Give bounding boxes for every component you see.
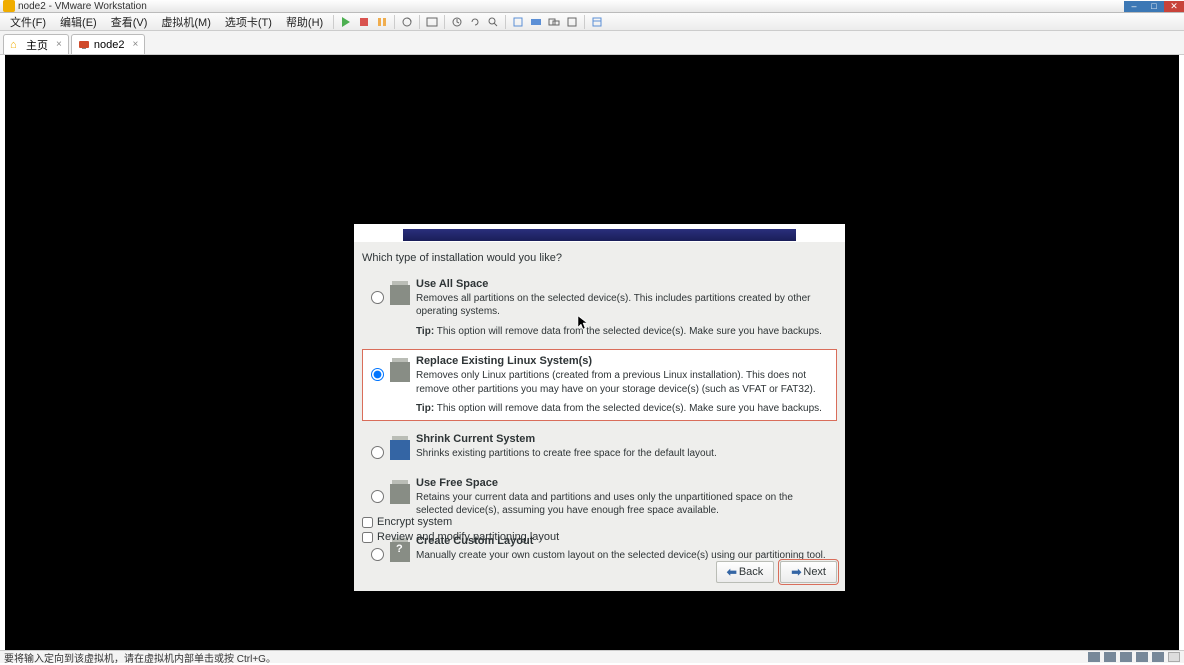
tab-node2[interactable]: node2 ×: [71, 34, 145, 54]
next-button[interactable]: ➡ Next: [780, 561, 837, 583]
mouse-cursor: [578, 316, 588, 330]
separator: [584, 15, 585, 29]
option-tip: Tip: This option will remove data from t…: [416, 325, 832, 339]
option-desc: Removes all partitions on the selected d…: [416, 292, 832, 319]
back-button[interactable]: ⬅ Back: [716, 561, 775, 583]
option-title: Shrink Current System: [416, 432, 832, 447]
checkbox-review-label: Review and modify partitioning layout: [377, 531, 559, 543]
tray-sound-icon[interactable]: [1152, 652, 1164, 662]
arrow-right-icon: ➡: [791, 565, 801, 579]
tab-home-label: 主页: [26, 37, 48, 53]
radio-free-space[interactable]: [371, 490, 384, 503]
menu-tabs[interactable]: 选项卡(T): [219, 13, 278, 31]
close-tab-icon[interactable]: ×: [56, 39, 62, 50]
menu-view[interactable]: 查看(V): [105, 13, 154, 31]
toolbar-icon-2[interactable]: [564, 14, 580, 30]
separator: [444, 15, 445, 29]
option-text: Replace Existing Linux System(s) Removes…: [416, 354, 832, 415]
system-tray: [1088, 652, 1180, 662]
library-icon[interactable]: [589, 14, 605, 30]
tab-home[interactable]: ⌂ 主页 ×: [3, 34, 69, 54]
play-icon[interactable]: [338, 14, 354, 30]
radio-shrink[interactable]: [371, 446, 384, 459]
tray-cd-icon[interactable]: [1104, 652, 1116, 662]
disk-all-icon: [390, 285, 410, 305]
tray-usb-icon[interactable]: [1136, 652, 1148, 662]
refresh-icon[interactable]: [467, 14, 483, 30]
menu-file[interactable]: 文件(F): [4, 13, 52, 31]
option-use-all-space[interactable]: Use All Space Removes all partitions on …: [362, 272, 837, 343]
console-icon[interactable]: [546, 14, 562, 30]
window-title: node2 - VMware Workstation: [18, 1, 147, 12]
radio-custom[interactable]: [371, 548, 384, 561]
back-label: Back: [739, 566, 763, 578]
option-text: Shrink Current System Shrinks existing p…: [416, 432, 832, 460]
checkbox-encrypt-input[interactable]: [362, 517, 373, 528]
tray-message-icon[interactable]: [1168, 652, 1180, 662]
window-controls: – □ ✕: [1124, 1, 1184, 12]
maximize-button[interactable]: □: [1144, 1, 1164, 12]
app-icon: [3, 0, 15, 12]
checkbox-area: Encrypt system Review and modify partiti…: [362, 516, 559, 543]
tab-strip: ⌂ 主页 × node2 ×: [0, 31, 1184, 55]
fullscreen-icon[interactable]: [510, 14, 526, 30]
installer-header: [354, 224, 845, 242]
clock-icon[interactable]: [449, 14, 465, 30]
checkbox-encrypt[interactable]: Encrypt system: [362, 516, 559, 528]
install-question: Which type of installation would you lik…: [362, 252, 837, 264]
option-desc: Retains your current data and partitions…: [416, 491, 832, 518]
separator: [333, 15, 334, 29]
checkbox-review[interactable]: Review and modify partitioning layout: [362, 531, 559, 543]
option-tip: Tip: This option will remove data from t…: [416, 402, 832, 416]
menu-vm[interactable]: 虚拟机(M): [155, 13, 217, 31]
close-button[interactable]: ✕: [1164, 1, 1184, 12]
checkbox-review-input[interactable]: [362, 532, 373, 543]
button-bar: ⬅ Back ➡ Next: [716, 561, 837, 583]
checkbox-encrypt-label: Encrypt system: [377, 516, 452, 528]
tray-disk-icon[interactable]: [1088, 652, 1100, 662]
toolbar-icon[interactable]: [424, 14, 440, 30]
separator: [419, 15, 420, 29]
option-text: Use All Space Removes all partitions on …: [416, 277, 832, 338]
option-title: Replace Existing Linux System(s): [416, 354, 832, 369]
vm-display[interactable]: Which type of installation would you lik…: [5, 55, 1179, 650]
close-tab-icon[interactable]: ×: [132, 39, 138, 50]
title-bar: node2 - VMware Workstation – □ ✕: [0, 0, 1184, 13]
option-desc: Shrinks existing partitions to create fr…: [416, 447, 832, 461]
stop-icon[interactable]: [356, 14, 372, 30]
disk-free-icon: [390, 484, 410, 504]
next-label: Next: [803, 566, 826, 578]
snapshot-icon[interactable]: [399, 14, 415, 30]
arrow-left-icon: ⬅: [727, 565, 737, 579]
home-icon: ⌂: [10, 39, 22, 51]
menu-bar: 文件(F) 编辑(E) 查看(V) 虚拟机(M) 选项卡(T) 帮助(H): [0, 13, 1184, 31]
zoom-icon[interactable]: [485, 14, 501, 30]
option-desc: Removes only Linux partitions (created f…: [416, 369, 832, 396]
installer-body: Which type of installation would you lik…: [354, 247, 845, 591]
installer-banner: [403, 229, 796, 241]
radio-use-all-space[interactable]: [371, 291, 384, 304]
radio-replace-linux[interactable]: [371, 368, 384, 381]
menu-edit[interactable]: 编辑(E): [54, 13, 103, 31]
tab-node2-label: node2: [94, 39, 125, 51]
separator: [394, 15, 395, 29]
unity-icon[interactable]: [528, 14, 544, 30]
disk-custom-icon: ?: [390, 542, 410, 562]
status-text: 要将输入定向到该虚拟机，请在虚拟机内部单击或按 Ctrl+G。: [4, 650, 276, 665]
disk-replace-icon: [390, 362, 410, 382]
option-text: Use Free Space Retains your current data…: [416, 476, 832, 518]
separator: [505, 15, 506, 29]
minimize-button[interactable]: –: [1124, 1, 1144, 12]
installer-dialog: Which type of installation would you lik…: [354, 224, 845, 591]
option-shrink[interactable]: Shrink Current System Shrinks existing p…: [362, 427, 837, 465]
disk-shrink-icon: [390, 440, 410, 460]
menu-help[interactable]: 帮助(H): [280, 13, 329, 31]
status-bar: 要将输入定向到该虚拟机，请在虚拟机内部单击或按 Ctrl+G。: [0, 650, 1184, 663]
option-title: Use All Space: [416, 277, 832, 292]
tray-network-icon[interactable]: [1120, 652, 1132, 662]
option-replace-linux[interactable]: Replace Existing Linux System(s) Removes…: [362, 349, 837, 420]
option-title: Use Free Space: [416, 476, 832, 491]
pause-icon[interactable]: [374, 14, 390, 30]
vm-icon: [78, 39, 90, 51]
